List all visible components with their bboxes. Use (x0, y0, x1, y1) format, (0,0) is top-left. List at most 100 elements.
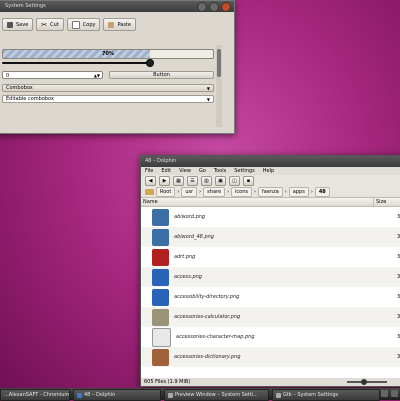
spinbox-value: 0 (6, 73, 10, 79)
close-button[interactable] (221, 2, 231, 12)
list-item[interactable]: accessories-calculator.png 3 (141, 307, 400, 327)
title-bar[interactable]: System Settings (0, 1, 234, 12)
split-icon[interactable]: ◫ (229, 176, 240, 186)
paste-button[interactable]: Paste (103, 18, 136, 31)
breadcrumb-usr[interactable]: usr (181, 187, 198, 197)
back-icon[interactable]: ◀ (145, 176, 156, 186)
menu-go[interactable]: Go (199, 167, 206, 175)
task-preview-window[interactable]: Preview Window – System Setti... (164, 389, 269, 401)
copy-button[interactable]: Copy (66, 18, 101, 31)
file-name: access.png (174, 274, 202, 280)
forward-icon[interactable]: ▶ (159, 176, 170, 186)
list-item[interactable]: abiword_48.png 3 (141, 227, 400, 247)
save-button[interactable]: Save (2, 18, 34, 31)
spinbox[interactable]: 0 ▲▼ (2, 71, 103, 79)
taskbar: ...AlexanSAFT - Chromium 48 – Dolphin Pr… (0, 388, 400, 401)
calculator-icon (152, 308, 169, 326)
breadcrumb-48[interactable]: 48 (314, 187, 330, 197)
list-item[interactable]: accessories-dictionary.png 3 (141, 347, 400, 367)
breadcrumb-root[interactable]: Root (156, 187, 176, 197)
scrollbar-thumb[interactable] (217, 49, 221, 77)
chevron-right-icon: › (310, 189, 313, 195)
columns-view-icon[interactable]: ▥ (201, 176, 212, 186)
menu-settings[interactable]: Settings (234, 167, 255, 175)
list-item[interactable]: abiword.png 3 (141, 207, 400, 227)
column-name[interactable]: Name (143, 199, 158, 205)
push-button-label: Button (153, 72, 170, 78)
menu-bar: File Edit View Go Tools Settings Help (141, 167, 400, 175)
breadcrumb-icons[interactable]: icons (231, 187, 253, 197)
cut-button[interactable]: ✂ Cut (36, 18, 64, 31)
window-controls (197, 2, 231, 12)
file-name: abiword_48.png (174, 234, 214, 240)
zoom-handle[interactable] (361, 379, 367, 385)
task-chromium[interactable]: ...AlexanSAFT - Chromium (0, 389, 70, 401)
details-view-icon[interactable]: ☰ (187, 176, 198, 186)
icons-view-icon[interactable]: ▦ (173, 176, 184, 186)
column-size[interactable]: Size (373, 198, 386, 206)
tray-icon[interactable] (391, 390, 398, 397)
task-label: Preview Window – System Setti... (175, 392, 259, 398)
tray-icon[interactable] (381, 390, 388, 397)
terminal-icon[interactable]: ▪ (243, 176, 254, 186)
system-settings-window: System Settings Save ✂ Cut Copy Paste 70… (0, 0, 235, 134)
task-label: 48 – Dolphin (84, 392, 116, 398)
list-item[interactable]: accessories-character-map.png 3 (141, 327, 400, 347)
save-label: Save (16, 21, 29, 28)
status-bar: 605 Files (1.9 MiB) (141, 378, 400, 386)
chevron-right-icon: › (199, 189, 202, 195)
slider-handle[interactable] (146, 59, 154, 67)
preview-icon[interactable]: ▣ (215, 176, 226, 186)
combobox-value: Combobox (6, 85, 33, 91)
dolphin-icon (77, 392, 82, 398)
column-header: Name Size (141, 197, 400, 207)
chevron-down-icon: ▼ (206, 97, 210, 102)
chevron-down-icon: ▼ (206, 86, 210, 91)
paste-icon (108, 21, 115, 28)
title-bar[interactable]: 48 – Dolphin (141, 156, 400, 167)
window-title: 48 – Dolphin (145, 158, 177, 164)
breadcrumb-share[interactable]: share (203, 187, 226, 197)
zoom-slider[interactable] (347, 379, 387, 385)
list-item[interactable]: accessibility-directory.png 3 (141, 287, 400, 307)
accessibility-icon (152, 268, 169, 286)
menu-edit[interactable]: Edit (161, 167, 171, 175)
character-map-icon (152, 327, 171, 347)
list-item[interactable]: adrt.png 3 (141, 247, 400, 267)
breadcrumb-faenza[interactable]: faenza (258, 187, 283, 197)
vertical-scrollbar[interactable] (216, 45, 222, 127)
menu-help[interactable]: Help (263, 167, 274, 175)
status-text: 605 Files (1.9 MiB) (144, 379, 191, 385)
task-label: Gtk – System Settings (283, 392, 339, 398)
cut-label: Cut (50, 21, 59, 28)
dolphin-window: 48 – Dolphin File Edit View Go Tools Set… (140, 155, 400, 387)
push-button[interactable]: Button (109, 71, 214, 79)
menu-tools[interactable]: Tools (214, 167, 226, 175)
file-list: abiword.png 3 abiword_48.png 3 adrt.png 3 acce… (141, 207, 400, 378)
maximize-button[interactable] (209, 2, 219, 12)
file-name: abiword.png (174, 214, 206, 220)
minimize-button[interactable] (197, 2, 207, 12)
chevron-right-icon: › (227, 189, 230, 195)
horizontal-slider[interactable] (2, 59, 154, 67)
list-item[interactable]: access.png 3 (141, 267, 400, 287)
adrt-icon (152, 248, 169, 266)
menu-file[interactable]: File (145, 167, 153, 175)
editable-combobox[interactable]: Editable combobox ▼ (2, 95, 214, 103)
combobox[interactable]: Combobox ▼ (2, 84, 214, 92)
spin-arrows-icon[interactable]: ▲▼ (94, 72, 100, 80)
chevron-right-icon: › (254, 189, 257, 195)
copy-icon (71, 20, 80, 29)
slider-track (2, 62, 152, 64)
file-name: accessories-dictionary.png (174, 354, 241, 360)
scissors-icon: ✂ (41, 20, 48, 29)
progress-bar: 70% (2, 49, 214, 59)
breadcrumb-apps[interactable]: apps (288, 187, 309, 197)
task-gtk-settings[interactable]: Gtk – System Settings (272, 389, 380, 401)
accessibility-icon (152, 288, 169, 306)
toolbar: ◀ ▶ ▦ ☰ ▥ ▣ ◫ ▪ (141, 175, 400, 187)
menu-view[interactable]: View (179, 167, 191, 175)
editable-combobox-value: Editable combobox (6, 96, 54, 102)
copy-label: Copy (82, 21, 96, 28)
task-dolphin[interactable]: 48 – Dolphin (73, 389, 161, 401)
